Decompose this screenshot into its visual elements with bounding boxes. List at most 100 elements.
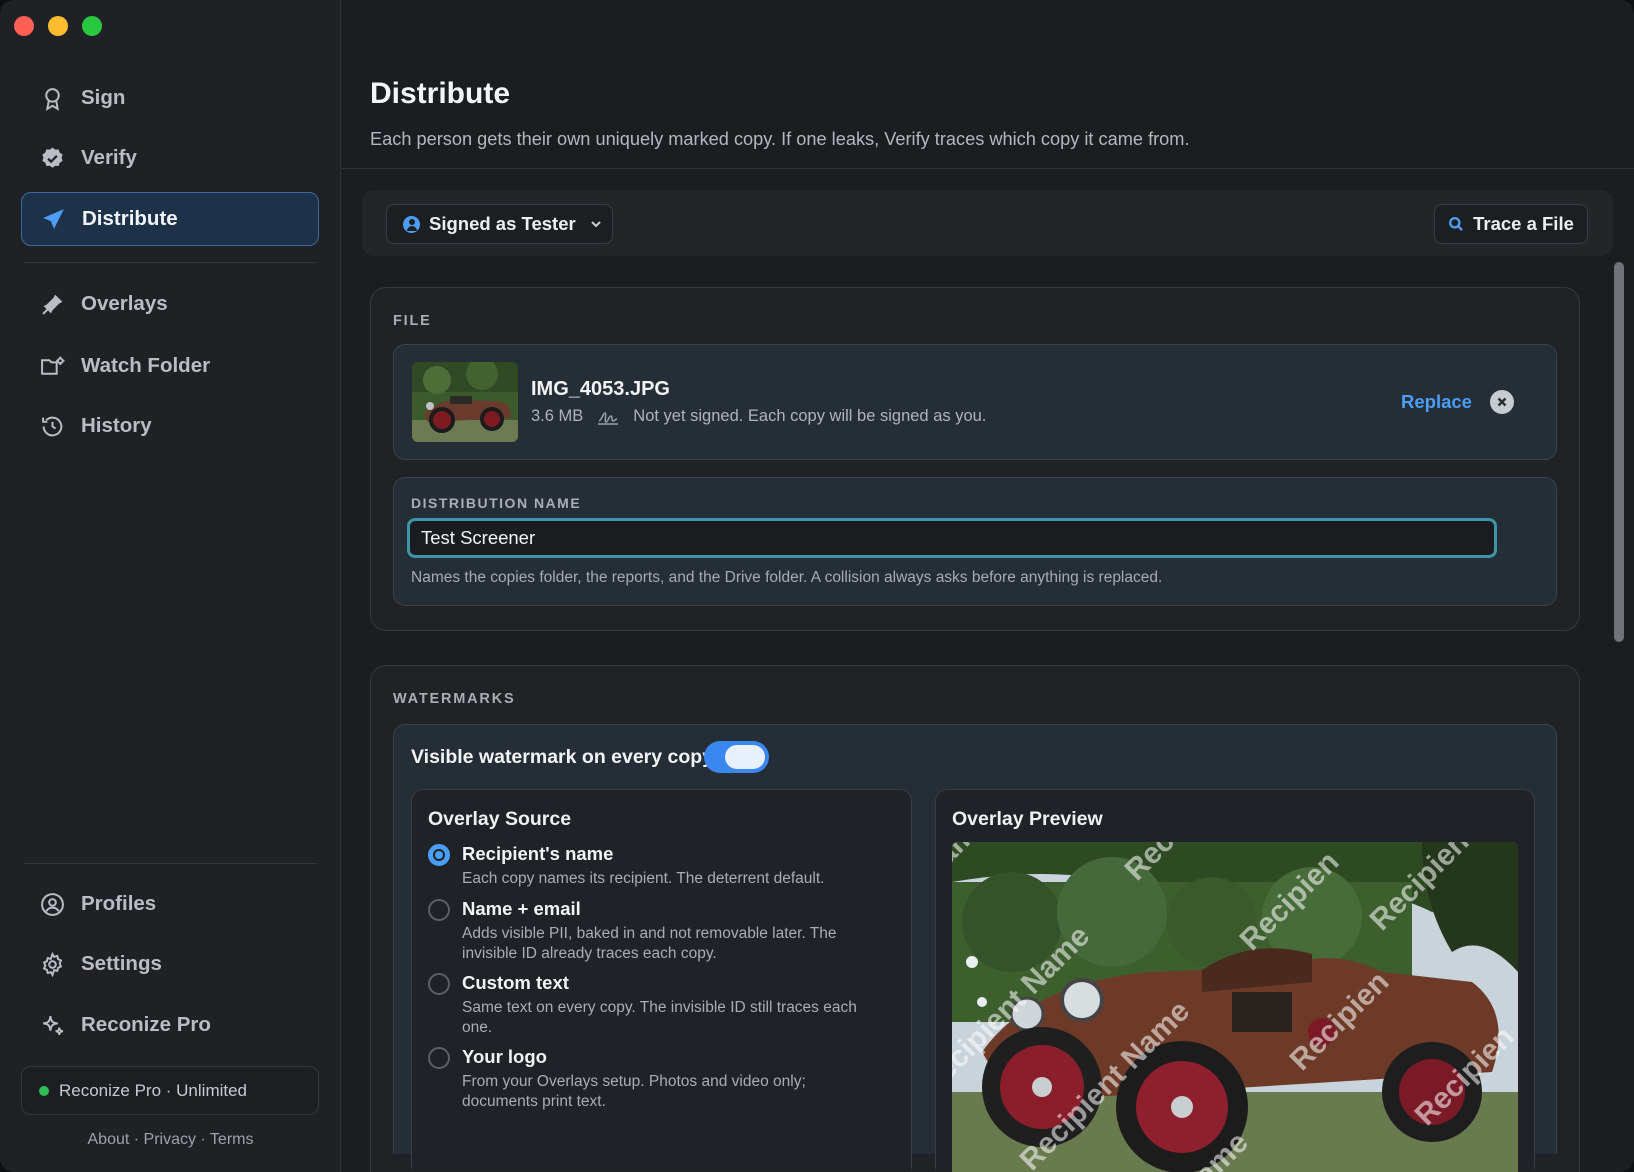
overlay-option-custom-text[interactable]: Custom text Same text on every copy. The… xyxy=(428,972,868,1036)
page-title: Distribute xyxy=(370,77,511,110)
watermarks-card: WATERMARKS Visible watermark on every co… xyxy=(370,665,1580,1172)
distribution-name-hint: Names the copies folder, the reports, an… xyxy=(411,569,1163,586)
option-title: Name + email xyxy=(462,898,581,919)
visible-watermark-toggle[interactable] xyxy=(704,741,769,773)
window-controls xyxy=(14,16,102,36)
radio-button[interactable] xyxy=(428,973,450,995)
sidebar-item-label: Distribute xyxy=(82,207,178,230)
plan-status[interactable]: Reconize Pro · Unlimited xyxy=(21,1066,319,1115)
sidebar-item-label: Profiles xyxy=(81,892,157,915)
award-icon xyxy=(39,85,65,111)
option-desc: From your Overlays setup. Photos and vid… xyxy=(462,1073,806,1110)
watch-folder-icon xyxy=(39,353,65,379)
signed-as-dropdown[interactable]: Signed as Tester xyxy=(386,204,613,244)
distribution-name-input[interactable] xyxy=(407,518,1497,558)
option-title: Your logo xyxy=(462,1046,547,1067)
toolbar: Signed as Tester Trace a File xyxy=(362,190,1613,256)
overlay-preview-image: Nam Recipi Recipien Recipient Name Recip… xyxy=(952,842,1518,1172)
signature-icon xyxy=(598,411,619,425)
visible-watermark-label: Visible watermark on every copy xyxy=(411,746,714,768)
search-icon xyxy=(1449,217,1464,231)
option-title: Custom text xyxy=(462,972,569,993)
overlay-source-title: Overlay Source xyxy=(428,808,572,830)
file-name: IMG_4053.JPG xyxy=(531,378,670,400)
overlay-source-panel: Overlay Source Recipient's name Each cop… xyxy=(411,789,912,1169)
overlay-option-name-email[interactable]: Name + email Adds visible PII, baked in … xyxy=(428,898,868,962)
person-icon xyxy=(403,215,420,233)
scrollbar[interactable] xyxy=(1612,262,1626,642)
sidebar-item-label: Settings xyxy=(81,952,162,975)
file-meta: 3.6 MB Not yet signed. Each copy will be… xyxy=(531,407,986,426)
option-title: Recipient's name xyxy=(462,843,614,864)
status-dot xyxy=(39,1085,49,1096)
overlay-preview-title: Overlay Preview xyxy=(952,808,1103,830)
stamp-icon xyxy=(39,291,65,317)
file-size: 3.6 MB xyxy=(531,407,584,425)
overlay-option-recipient-name[interactable]: Recipient's name Each copy names its rec… xyxy=(428,843,868,887)
main-content: Distribute Each person gets their own un… xyxy=(342,0,1634,1172)
overlay-preview-panel: Overlay Preview Recipi Recipien Recipien… xyxy=(935,789,1535,1172)
signed-as-label: Signed as Tester xyxy=(429,213,576,234)
sidebar-item-profiles[interactable]: Profiles xyxy=(21,877,319,931)
header-divider xyxy=(342,168,1634,169)
sidebar-item-reconize-pro[interactable]: Reconize Pro xyxy=(21,998,319,1052)
distribution-name-box: DISTRIBUTION NAME Names the copies folde… xyxy=(393,477,1557,606)
sidebar-divider xyxy=(24,863,317,864)
sparkle-icon xyxy=(39,1012,65,1038)
sidebar-item-label: Overlays xyxy=(81,292,168,315)
privacy-link[interactable]: Privacy xyxy=(144,1131,196,1148)
app-window: Sign Verify Distribute Overlays Watch Fo… xyxy=(0,0,1634,1172)
remove-file-button[interactable] xyxy=(1490,390,1514,414)
section-label-file: FILE xyxy=(393,313,432,329)
sidebar-item-sign[interactable]: Sign xyxy=(21,71,319,125)
close-window-button[interactable] xyxy=(14,16,34,36)
sidebar-item-watch-folder[interactable]: Watch Folder xyxy=(21,339,319,393)
send-icon xyxy=(40,206,66,232)
sign-status: Not yet signed. Each copy will be signed… xyxy=(633,407,987,425)
footer-links: About · Privacy · Terms xyxy=(0,1131,341,1149)
user-circle-icon xyxy=(39,891,65,917)
plan-label: Reconize Pro · Unlimited xyxy=(59,1080,248,1100)
radio-button-selected[interactable] xyxy=(428,844,450,866)
section-label-watermarks: WATERMARKS xyxy=(393,691,516,707)
separator: · xyxy=(129,1131,144,1148)
trace-file-button[interactable]: Trace a File xyxy=(1434,204,1588,244)
minimize-window-button[interactable] xyxy=(48,16,68,36)
file-thumbnail xyxy=(412,362,518,442)
terms-link[interactable]: Terms xyxy=(210,1131,254,1148)
sidebar-item-label: Verify xyxy=(81,146,137,169)
sidebar-item-label: Watch Folder xyxy=(81,354,211,377)
option-desc: Adds visible PII, baked in and not remov… xyxy=(462,925,837,962)
sidebar-item-label: Reconize Pro xyxy=(81,1013,211,1036)
option-desc: Each copy names its recipient. The deter… xyxy=(462,870,825,887)
gear-icon xyxy=(39,951,65,977)
sidebar-item-distribute[interactable]: Distribute xyxy=(21,192,319,246)
distribution-name-label: DISTRIBUTION NAME xyxy=(411,495,582,511)
close-icon xyxy=(1497,397,1507,407)
sidebar-item-verify[interactable]: Verify xyxy=(21,131,319,185)
sidebar-divider xyxy=(24,262,317,263)
option-desc: Same text on every copy. The invisible I… xyxy=(462,999,857,1036)
about-link[interactable]: About xyxy=(88,1131,130,1148)
chevron-down-icon xyxy=(590,221,601,228)
trace-file-label: Trace a File xyxy=(1473,213,1574,234)
verified-badge-icon xyxy=(39,145,65,171)
page-subtitle: Each person gets their own uniquely mark… xyxy=(370,129,1190,149)
replace-button[interactable]: Replace xyxy=(1401,391,1472,413)
radio-button[interactable] xyxy=(428,1047,450,1069)
sidebar-item-history[interactable]: History xyxy=(21,399,319,453)
overlay-option-your-logo[interactable]: Your logo From your Overlays setup. Phot… xyxy=(428,1046,868,1110)
file-card: FILE IMG_4053.JPG 3.6 MB Not yet signed.… xyxy=(370,287,1580,631)
history-icon xyxy=(39,413,65,439)
sidebar: Sign Verify Distribute Overlays Watch Fo… xyxy=(0,0,341,1172)
sidebar-item-settings[interactable]: Settings xyxy=(21,937,319,991)
file-row: IMG_4053.JPG 3.6 MB Not yet signed. Each… xyxy=(393,344,1557,460)
sidebar-item-overlays[interactable]: Overlays xyxy=(21,277,319,331)
zoom-window-button[interactable] xyxy=(82,16,102,36)
sidebar-item-label: History xyxy=(81,414,152,437)
radio-button[interactable] xyxy=(428,899,450,921)
scrollbar-thumb[interactable] xyxy=(1614,262,1624,642)
watermark-settings: Visible watermark on every copy Overlay … xyxy=(393,724,1557,1172)
sidebar-item-label: Sign xyxy=(81,86,126,109)
separator: · xyxy=(195,1131,210,1148)
